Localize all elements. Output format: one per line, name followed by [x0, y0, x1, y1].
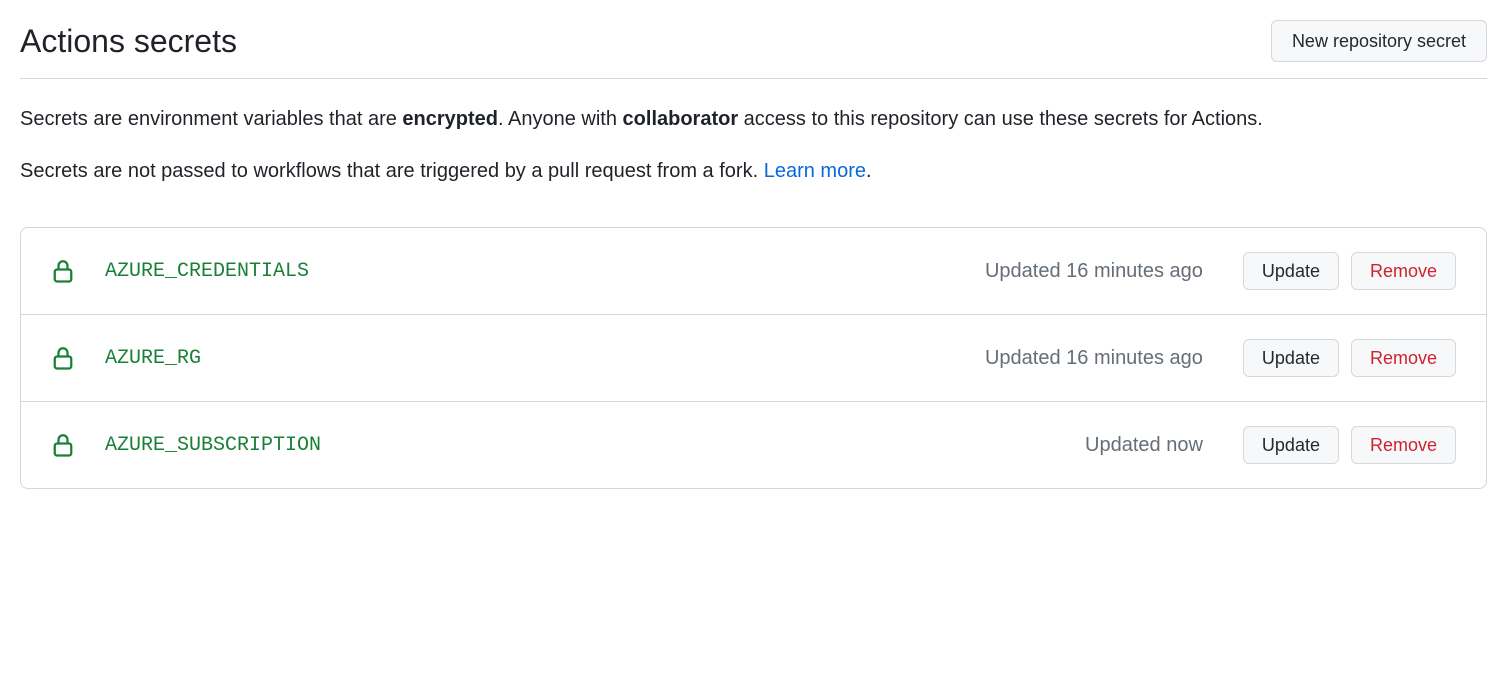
- secret-actions: Update Remove: [1243, 426, 1456, 464]
- page-title: Actions secrets: [20, 23, 237, 60]
- lock-icon: [51, 257, 75, 285]
- update-button[interactable]: Update: [1243, 339, 1339, 377]
- secret-row: AZURE_CREDENTIALS Updated 16 minutes ago…: [21, 228, 1486, 315]
- desc-text: . Anyone with: [498, 108, 623, 130]
- desc-text: access to this repository can use these …: [738, 108, 1263, 130]
- lock-icon: [51, 431, 75, 459]
- secret-row: AZURE_SUBSCRIPTION Updated now Update Re…: [21, 402, 1486, 488]
- desc-text: Secrets are environment variables that a…: [20, 108, 402, 130]
- secret-updated: Updated now: [1085, 434, 1203, 457]
- secret-name: AZURE_CREDENTIALS: [105, 260, 985, 283]
- remove-button[interactable]: Remove: [1351, 339, 1456, 377]
- update-button[interactable]: Update: [1243, 252, 1339, 290]
- remove-button[interactable]: Remove: [1351, 426, 1456, 464]
- secret-name: AZURE_RG: [105, 347, 985, 370]
- page-header: Actions secrets New repository secret: [20, 20, 1487, 79]
- desc-bold-encrypted: encrypted: [402, 108, 498, 130]
- secret-row: AZURE_RG Updated 16 minutes ago Update R…: [21, 315, 1486, 402]
- new-repository-secret-button[interactable]: New repository secret: [1271, 20, 1487, 62]
- learn-more-link[interactable]: Learn more: [764, 160, 866, 182]
- secret-updated: Updated 16 minutes ago: [985, 347, 1203, 370]
- lock-icon: [51, 344, 75, 372]
- update-button[interactable]: Update: [1243, 426, 1339, 464]
- remove-button[interactable]: Remove: [1351, 252, 1456, 290]
- desc-text: .: [866, 160, 872, 182]
- desc-bold-collaborator: collaborator: [623, 108, 739, 130]
- secret-name: AZURE_SUBSCRIPTION: [105, 434, 1085, 457]
- description-paragraph-1: Secrets are environment variables that a…: [20, 103, 1487, 135]
- desc-text: Secrets are not passed to workflows that…: [20, 160, 764, 182]
- secret-actions: Update Remove: [1243, 339, 1456, 377]
- secret-actions: Update Remove: [1243, 252, 1456, 290]
- secrets-list: AZURE_CREDENTIALS Updated 16 minutes ago…: [20, 227, 1487, 489]
- description-paragraph-2: Secrets are not passed to workflows that…: [20, 155, 1487, 187]
- secret-updated: Updated 16 minutes ago: [985, 260, 1203, 283]
